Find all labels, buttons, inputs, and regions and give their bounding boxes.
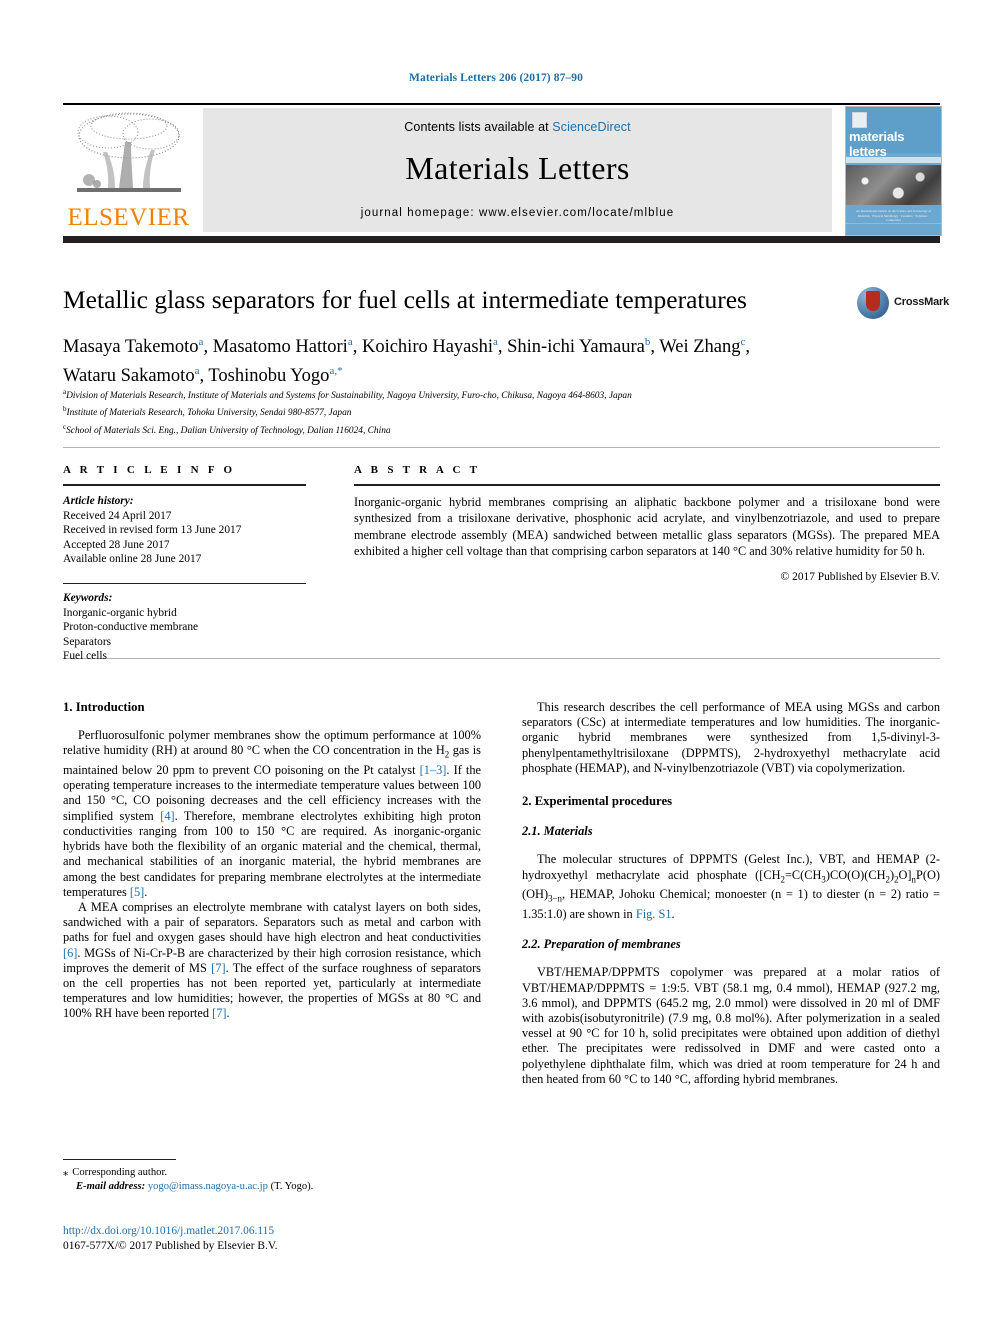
subsection-heading-materials: 2.1. Materials [522,824,593,839]
crossmark-label: CrossMark [894,296,950,308]
history-item: Received in revised form 13 June 2017 [63,524,242,537]
citation-ref[interactable]: [1–3] [420,763,447,777]
article-history-block: Article history: Received 24 April 2017 … [63,494,306,567]
masthead-bottom-rule [63,236,940,243]
affiliation-a: aDivision of Materials Research, Institu… [63,388,632,402]
contents-prefix: Contents lists available at [404,120,553,134]
keywords-rule [63,582,306,584]
affiliation-list: aDivision of Materials Research, Institu… [63,386,863,438]
journal-title: Materials Letters [405,150,630,186]
article-info-rule [63,484,306,486]
abstract-copyright: © 2017 Published by Elsevier B.V. [780,570,940,583]
email-label: E-mail address: [76,1181,146,1193]
section-heading-introduction: 1. Introduction [63,700,145,714]
keywords-block: Keywords: Inorganic-organic hybrid Proto… [63,591,306,664]
corresponding-author-note: ⁎ Corresponding author. [63,1167,168,1178]
abstract-column: A B S T R A C T Inorganic-organic hybrid… [354,464,940,583]
elsevier-tree-icon [77,112,181,192]
elsevier-wordmark: ELSEVIER [67,204,190,231]
article-info-heading: A R T I C L E I N F O [63,464,236,476]
paragraph-intro-1: Perfluorosulfonic polymer membranes show… [63,728,482,899]
keyword-item: Fuel cells [63,650,107,663]
email-owner: (T. Yogo). [270,1181,314,1193]
contents-list-line: Contents lists available at ScienceDirec… [203,120,832,134]
email-link[interactable]: yogo@imass.nagoya-u.ac.jp [148,1181,268,1192]
cover-publisher-mark-icon [852,112,867,128]
author-line-1: Masaya Takemotoa, Masatomo Hattoria, Koi… [63,336,750,358]
history-item: Received 24 April 2017 [63,509,172,522]
author-list: Masaya Takemotoa, Masatomo Hattoria, Koi… [63,330,853,388]
history-item: Accepted 28 June 2017 [63,538,170,551]
article-history-label: Article history: [63,495,134,507]
doi-block: http://dx.doi.org/10.1016/j.matlet.2017.… [63,1224,483,1253]
info-panel-top-rule [63,447,940,448]
email-note: E-mail address: yogo@imass.nagoya-u.ac.j… [63,1180,483,1194]
page-title: Metallic glass separators for fuel cells… [63,285,747,314]
journal-band: Contents lists available at ScienceDirec… [203,108,832,232]
section-heading-experimental: 2. Experimental procedures [522,794,673,809]
keyword-item: Proton-conductive membrane [63,621,199,634]
citation-ref[interactable]: [7] [211,961,225,975]
citation-ref[interactable]: [7] [212,1006,226,1020]
asterisk-icon: ⁎ [63,1167,69,1178]
journal-cover-thumbnail[interactable]: materials letters An International Journ… [845,106,942,236]
paper-page: Materials Letters 206 (2017) 87–90 ELSEV… [0,0,992,1323]
article-info-column: A R T I C L E I N F O Article history: R… [63,464,306,664]
crossmark-icon [857,287,889,319]
figure-ref[interactable]: Fig. S1 [636,907,672,921]
keyword-item: Separators [63,635,112,648]
affiliation-b: bInstitute of Materials Research, Tohoku… [63,405,352,419]
issn-copyright-line: 0167-577X/© 2017 Published by Elsevier B… [63,1239,278,1252]
keyword-item: Inorganic-organic hybrid [63,606,177,619]
cover-journal-title: materials letters [849,129,905,159]
body-column-right: This research describes the cell perform… [522,700,940,1087]
abstract-rule [354,484,940,486]
keywords-label: Keywords: [63,591,113,604]
cover-micrograph-image [846,165,941,205]
sciencedirect-link[interactable]: ScienceDirect [552,120,630,134]
citation-ref[interactable]: [4] [160,809,174,823]
cover-stripe [846,157,941,163]
abstract-text: Inorganic-organic hybrid membranes compr… [354,495,940,559]
body-column-left: 1. Introduction Perfluorosulfonic polyme… [63,700,481,1022]
abstract-heading: A B S T R A C T [354,464,481,476]
author-line-2: Wataru Sakamotoa, Toshinobu Yogoa,* [63,365,343,387]
history-item: Available online 28 June 2017 [63,553,202,566]
paragraph-preparation: VBT/HEMAP/DPPMTS copolymer was prepared … [522,965,940,1086]
doi-link[interactable]: http://dx.doi.org/10.1016/j.matlet.2017.… [63,1224,483,1239]
citation-ref[interactable]: [6] [63,946,77,960]
journal-homepage[interactable]: journal homepage: www.elsevier.com/locat… [203,207,832,219]
masthead-top-rule [63,103,940,105]
elsevier-logo: ELSEVIER [63,108,194,232]
affiliation-c: cSchool of Materials Sci. Eng., Dalian U… [63,422,391,436]
footnote-rule [63,1159,176,1160]
paragraph-research-scope: This research describes the cell perform… [522,700,940,775]
running-head: Materials Letters 206 (2017) 87–90 [409,72,583,84]
paragraph-materials: The molecular structures of DPPMTS (Gele… [522,852,940,921]
cover-footer-band [846,223,941,235]
crossmark-badge[interactable]: CrossMark [857,287,949,321]
footnote-block: ⁎ Corresponding author. E-mail address: y… [63,1166,483,1195]
subsection-heading-preparation: 2.2. Preparation of membranes [522,937,681,952]
paragraph-intro-2: A MEA comprises an electrolyte membrane … [63,899,481,1021]
citation-ref[interactable]: [5] [130,885,144,899]
